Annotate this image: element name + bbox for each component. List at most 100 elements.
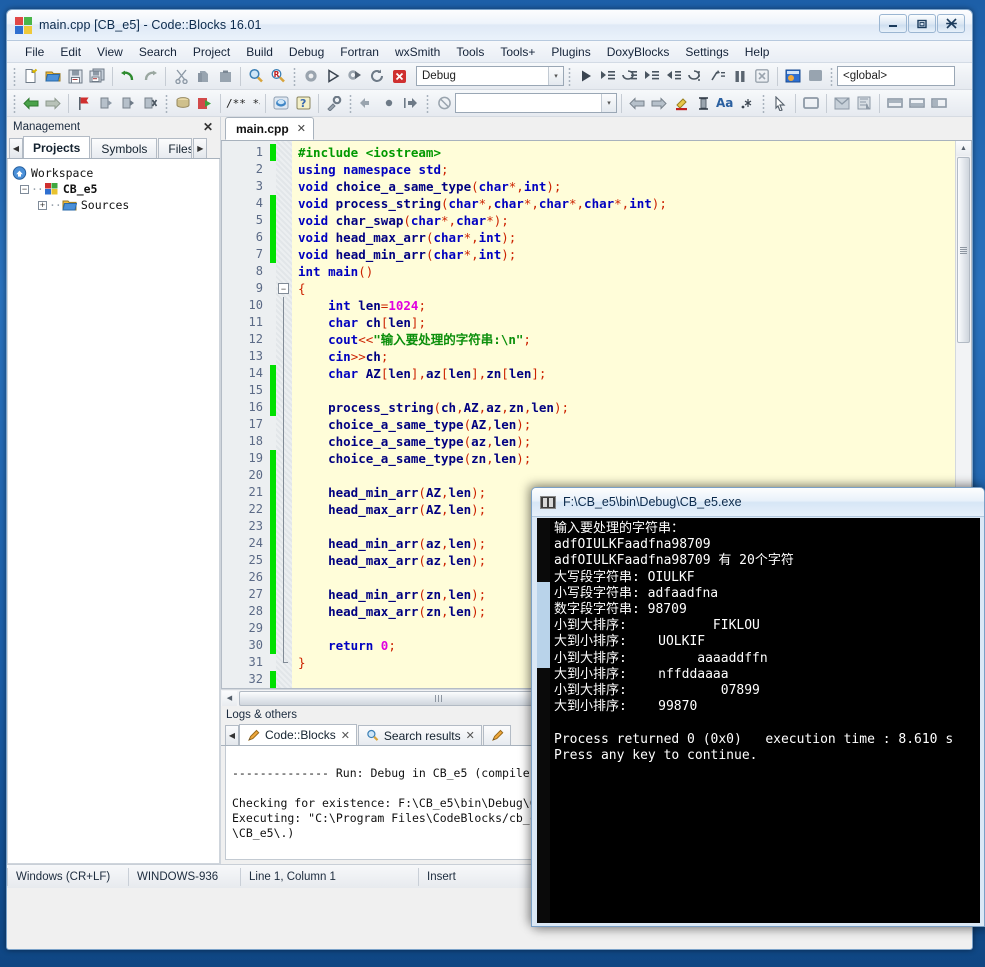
log-tab-search-results[interactable]: Search results ✕	[357, 725, 482, 745]
sidebar-tab-symbols[interactable]: Symbols	[91, 138, 158, 158]
prev-bookmark-icon[interactable]	[95, 92, 117, 114]
debug-window-icon[interactable]	[804, 65, 826, 87]
console-window[interactable]: F:\CB_e5\bin\Debug\CB_e5.exe 输入要处理的字符串： …	[531, 487, 985, 927]
management-close-icon[interactable]: ✕	[200, 120, 216, 134]
tree-item-workspace[interactable]: Workspace	[12, 165, 215, 181]
stop-debugger-icon[interactable]	[751, 65, 773, 87]
forward-icon[interactable]	[42, 92, 64, 114]
menu-file[interactable]: File	[17, 43, 52, 61]
toolbar-grip-4[interactable]	[828, 66, 835, 86]
cut-icon[interactable]	[170, 65, 192, 87]
pause-icon[interactable]	[729, 65, 751, 87]
scroll-up-icon[interactable]: ▲	[956, 141, 971, 156]
menu-edit[interactable]: Edit	[52, 43, 89, 61]
menu-build[interactable]: Build	[238, 43, 281, 61]
toolbar-grip-8[interactable]	[424, 93, 431, 113]
wxbox-top-icon[interactable]	[884, 92, 906, 114]
sidebar-tab-projects[interactable]: Projects	[23, 136, 91, 158]
next-bookmark-icon[interactable]	[117, 92, 139, 114]
run-to-cursor-icon[interactable]	[597, 65, 619, 87]
log-tab-build-log[interactable]	[482, 725, 511, 745]
build-icon[interactable]	[300, 65, 322, 87]
save-all-icon[interactable]	[86, 65, 108, 87]
close-button[interactable]	[937, 14, 965, 33]
clear-bookmarks-icon[interactable]	[139, 92, 161, 114]
wxframe-icon[interactable]	[853, 92, 875, 114]
back-icon[interactable]	[20, 92, 42, 114]
menu-debug[interactable]: Debug	[281, 43, 332, 61]
maximize-button[interactable]	[908, 14, 936, 33]
next-line-icon[interactable]	[619, 65, 641, 87]
step-into-icon[interactable]	[641, 65, 663, 87]
project-tree[interactable]: Workspace − ·· CB_e5 + ·· Sources	[7, 159, 220, 864]
menu-plugins[interactable]: Plugins	[543, 43, 598, 61]
search-history-chevron-icon[interactable]: ▾	[601, 94, 616, 112]
console-scroll-track[interactable]	[537, 518, 550, 923]
menu-view[interactable]: View	[89, 43, 131, 61]
step-instruction-icon[interactable]	[707, 65, 729, 87]
doxyblocks-config-icon[interactable]	[323, 92, 345, 114]
tree-collapse-toggle[interactable]: −	[20, 184, 29, 194]
scroll-left-icon[interactable]: ◀	[222, 690, 237, 706]
wxpanel-icon[interactable]	[800, 92, 822, 114]
save-icon[interactable]	[64, 65, 86, 87]
toolbar-grip-5[interactable]	[11, 93, 18, 113]
toolbar-grip-9[interactable]	[760, 93, 767, 113]
editor-tab-main-cpp[interactable]: main.cpp ✕	[225, 117, 314, 140]
wxdialog-icon[interactable]	[831, 92, 853, 114]
menu-search[interactable]: Search	[131, 43, 185, 61]
search-prev-icon[interactable]	[626, 92, 648, 114]
menu-help[interactable]: Help	[737, 43, 778, 61]
wxbox-left-icon[interactable]	[928, 92, 950, 114]
scope-combo[interactable]: <global>	[837, 66, 955, 86]
doxygen-comment-icon[interactable]: /** *<	[225, 92, 261, 114]
build-and-run-icon[interactable]	[344, 65, 366, 87]
pointer-icon[interactable]	[769, 92, 791, 114]
search-next-icon[interactable]	[648, 92, 670, 114]
doxyblocks-run-icon[interactable]	[270, 92, 292, 114]
current-change-icon[interactable]	[378, 92, 400, 114]
redo-icon[interactable]	[139, 65, 161, 87]
fold-cell[interactable]: −	[276, 280, 292, 297]
sidebar-tabs-next-icon[interactable]: ▶	[193, 138, 208, 158]
clear-search-icon[interactable]	[433, 92, 455, 114]
build-target-combo[interactable]: Debug ▾	[416, 66, 564, 86]
run-icon[interactable]	[322, 65, 344, 87]
menu-fortran[interactable]: Fortran	[332, 43, 387, 61]
abort-build-icon[interactable]	[388, 65, 410, 87]
highlight-icon[interactable]	[670, 92, 692, 114]
toolbar-grip-6[interactable]	[163, 93, 170, 113]
log-tab-close-icon-2[interactable]: ✕	[466, 729, 475, 742]
step-over-icon[interactable]	[685, 65, 707, 87]
goto-next-changed-icon[interactable]	[400, 92, 422, 114]
debug-continue-icon[interactable]	[575, 65, 597, 87]
tree-item-project[interactable]: − ·· CB_e5	[12, 181, 215, 197]
wxbox-bottom-icon[interactable]	[906, 92, 928, 114]
incremental-search-input[interactable]: ▾	[455, 93, 617, 113]
toolbar-grip-2[interactable]	[291, 66, 298, 86]
fold-collapse-icon[interactable]: −	[278, 283, 289, 294]
toolbar-grip[interactable]	[11, 66, 18, 86]
comment-block-icon[interactable]	[172, 92, 194, 114]
tree-item-sources[interactable]: + ·· Sources	[12, 197, 215, 213]
menu-wxsmith[interactable]: wxSmith	[387, 43, 448, 61]
menu-settings[interactable]: Settings	[677, 43, 736, 61]
menu-tools[interactable]: Tools	[448, 43, 492, 61]
open-file-icon[interactable]	[42, 65, 64, 87]
minimize-button[interactable]	[879, 14, 907, 33]
chevron-down-icon[interactable]: ▾	[548, 67, 563, 85]
goto-prev-changed-icon[interactable]	[356, 92, 378, 114]
menu-tools-[interactable]: Tools+	[492, 43, 543, 61]
step-out-icon[interactable]	[663, 65, 685, 87]
toggle-bookmark-icon[interactable]	[73, 92, 95, 114]
undo-icon[interactable]	[117, 65, 139, 87]
code-folding-margin[interactable]: −−	[276, 141, 292, 688]
doxyblocks-help-icon[interactable]: ?	[292, 92, 314, 114]
sidebar-tabs-prev-icon[interactable]: ◀	[9, 138, 23, 158]
select-mode-icon[interactable]	[692, 92, 714, 114]
debugging-windows-icon[interactable]	[782, 65, 804, 87]
console-scroll-thumb[interactable]	[537, 582, 550, 668]
paste-icon[interactable]	[214, 65, 236, 87]
editor-tab-close-icon[interactable]: ✕	[297, 122, 306, 135]
copy-icon[interactable]	[192, 65, 214, 87]
